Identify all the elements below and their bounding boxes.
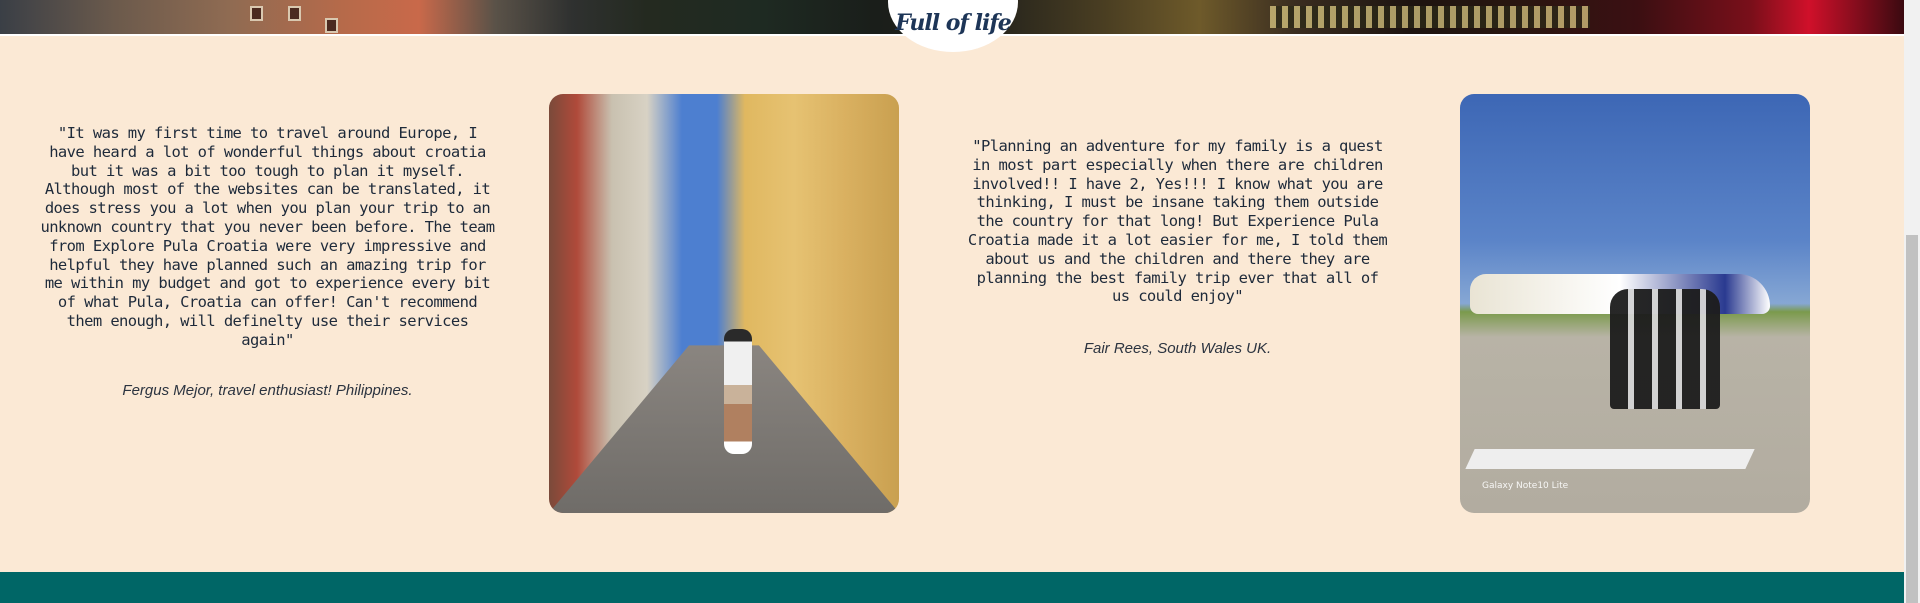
scrollbar-thumb[interactable]	[1906, 235, 1918, 603]
testimonial-author: Fair Rees, South Wales UK.	[1083, 340, 1272, 358]
testimonial-card: "Planning an adventure for my family is …	[965, 137, 1390, 357]
traveler-figure	[724, 329, 752, 454]
testimonial-author: Fergus Mejor, travel enthusiast! Philipp…	[122, 381, 413, 399]
family-airplane-photo: Galaxy Note10 Lite	[1460, 94, 1810, 513]
testimonial-quote: "It was my first time to travel around E…	[40, 124, 495, 349]
site-logo[interactable]: Full of life	[888, 0, 1018, 52]
building-window	[325, 18, 338, 33]
footer-band	[0, 572, 1904, 603]
pula-street-photo	[549, 94, 899, 513]
city-lights	[1270, 6, 1590, 28]
building-window	[250, 6, 263, 21]
testimonial-card: "It was my first time to travel around E…	[40, 124, 495, 399]
photo-caption: Galaxy Note10 Lite	[1482, 481, 1569, 491]
logo-text: Full of life	[895, 10, 1012, 36]
building-window	[288, 6, 301, 21]
testimonial-quote: "Planning an adventure for my family is …	[967, 137, 1388, 306]
family-group	[1610, 289, 1720, 409]
runway-arrow	[1465, 449, 1755, 469]
